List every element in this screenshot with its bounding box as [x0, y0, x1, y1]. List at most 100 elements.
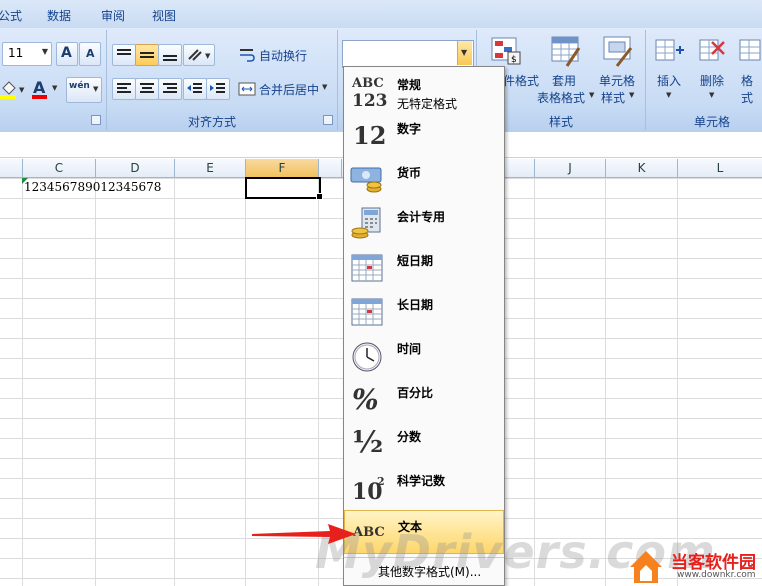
- svg-text:▼: ▼: [205, 52, 211, 60]
- calendar-icon: [350, 251, 384, 285]
- menu-item-label: 常规: [397, 78, 422, 92]
- abc-123-icon: ABC 123: [352, 76, 388, 111]
- align-bottom-icon: [163, 55, 177, 61]
- wrap-text-icon: [240, 49, 255, 62]
- increase-indent-icon: [210, 83, 225, 93]
- calendar-icon: [350, 295, 384, 329]
- align-middle-button[interactable]: [135, 44, 159, 66]
- corner-cell[interactable]: [0, 159, 23, 177]
- font-color-button[interactable]: A ▼: [30, 78, 62, 100]
- align-center-button[interactable]: [135, 78, 159, 100]
- conditional-format-label[interactable]: 件格式: [503, 72, 539, 89]
- menu-item-label: 长日期: [397, 298, 434, 312]
- column-header-c[interactable]: C: [23, 159, 96, 177]
- table-format-label-2[interactable]: 表格格式: [537, 89, 585, 106]
- table-format-icon: [549, 34, 583, 68]
- grid-line: [245, 178, 246, 586]
- percent-icon: %: [352, 383, 379, 416]
- font-size-select[interactable]: 11 ▼: [2, 42, 52, 66]
- text-orientation-icon: ▼: [188, 49, 211, 61]
- format-label[interactable]: 格式: [741, 72, 762, 106]
- align-top-icon: [117, 49, 131, 55]
- table-format-label-1[interactable]: 套用: [552, 72, 576, 89]
- accounting-icon: [350, 207, 384, 241]
- cells-group-label: 单元格: [694, 115, 731, 129]
- column-header-k[interactable]: K: [606, 159, 678, 177]
- number-format-menu: ABC 123 常规 无特定格式 12 数字 货币 会计专用 短日期 长日期 时…: [343, 66, 505, 586]
- align-bottom-button[interactable]: [158, 44, 182, 66]
- fill-handle[interactable]: [316, 193, 323, 200]
- number-format-dropdown-button[interactable]: ▼: [457, 41, 472, 65]
- number-12-icon: 12: [353, 121, 387, 150]
- column-header-j[interactable]: J: [535, 159, 606, 177]
- menu-item-time[interactable]: 时间: [344, 333, 504, 377]
- menu-item-percentage[interactable]: % 百分比: [344, 377, 504, 421]
- fraction-icon: ½: [352, 425, 384, 460]
- column-header-l[interactable]: L: [678, 159, 762, 177]
- menu-item-accounting[interactable]: 会计专用: [344, 201, 504, 245]
- currency-icon: [350, 163, 384, 197]
- tab-review[interactable]: 审阅: [101, 7, 125, 24]
- tab-view[interactable]: 视图: [152, 7, 176, 24]
- increase-indent-button[interactable]: [206, 78, 230, 100]
- tab-data[interactable]: 数据: [47, 7, 71, 24]
- chevron-down-icon: ▼: [629, 91, 635, 99]
- align-middle-icon: [140, 52, 154, 58]
- grow-font-icon: A: [61, 45, 72, 61]
- menu-item-long-date[interactable]: 长日期: [344, 289, 504, 333]
- menu-item-general[interactable]: ABC 123 常规 无特定格式: [344, 69, 504, 113]
- menu-item-currency[interactable]: 货币: [344, 157, 504, 201]
- delete-label[interactable]: 删除: [700, 72, 724, 89]
- decrease-indent-button[interactable]: [183, 78, 207, 100]
- clock-icon: [350, 339, 384, 373]
- cell-c1[interactable]: 123456789012345678: [24, 180, 161, 194]
- merge-center-button[interactable]: 合并后居中 ▼: [238, 78, 334, 100]
- align-right-button[interactable]: [158, 78, 182, 100]
- column-header-d[interactable]: D: [96, 159, 175, 177]
- active-cell-f1[interactable]: [245, 177, 321, 199]
- conditional-format-icon: $: [490, 34, 524, 68]
- column-header-e[interactable]: E: [175, 159, 246, 177]
- menu-item-short-date[interactable]: 短日期: [344, 245, 504, 289]
- number-format-select[interactable]: [342, 40, 474, 68]
- grow-font-button[interactable]: A: [56, 42, 78, 66]
- chevron-down-icon: ▼: [52, 84, 58, 92]
- scientific-icon: 10 2: [352, 475, 385, 505]
- fill-color-button[interactable]: ▼: [0, 78, 26, 100]
- orientation-button[interactable]: ▼: [183, 44, 215, 66]
- column-header-f[interactable]: F: [246, 159, 319, 177]
- merge-cells-icon: [238, 82, 256, 96]
- column-header-i[interactable]: [504, 159, 535, 177]
- house-logo-icon: [630, 551, 662, 583]
- column-header-g[interactable]: [319, 159, 342, 177]
- cell-style-label-1[interactable]: 单元格: [599, 72, 635, 89]
- grid-line: [95, 178, 96, 586]
- menu-item-label: 会计专用: [397, 210, 446, 224]
- insert-cells-icon: [654, 36, 686, 66]
- menu-item-number[interactable]: 12 数字: [344, 113, 504, 157]
- menu-item-label: 数字: [397, 122, 422, 136]
- menu-item-fraction[interactable]: ½ 分数: [344, 421, 504, 465]
- align-left-button[interactable]: [112, 78, 136, 100]
- merge-center-label: 合并后居中: [259, 83, 320, 97]
- phonetic-icon: wén: [69, 81, 90, 91]
- cell-style-label-2[interactable]: 样式: [601, 89, 625, 106]
- insert-label[interactable]: 插入: [657, 72, 681, 89]
- shrink-font-button[interactable]: A: [79, 42, 101, 66]
- menu-item-scientific[interactable]: 10 2 科学记数: [344, 465, 504, 509]
- format-cells-icon: [738, 36, 762, 66]
- alignment-group-label: 对齐方式: [188, 115, 237, 129]
- decrease-indent-icon: [187, 83, 202, 93]
- align-top-button[interactable]: [112, 44, 136, 66]
- tab-formulas[interactable]: 公式: [0, 7, 22, 24]
- red-arrow-icon: [252, 524, 356, 544]
- chevron-down-icon: ▼: [41, 47, 48, 56]
- wrap-text-button[interactable]: 自动换行: [238, 44, 328, 66]
- font-size-value: 11: [8, 46, 24, 60]
- menu-item-label: 百分比: [397, 386, 434, 400]
- menu-item-label: 分数: [397, 430, 422, 444]
- font-dialog-launcher[interactable]: [91, 115, 101, 125]
- wrap-text-label: 自动换行: [259, 49, 308, 63]
- alignment-dialog-launcher[interactable]: [323, 115, 333, 125]
- phonetic-button[interactable]: wén ▼: [66, 77, 102, 103]
